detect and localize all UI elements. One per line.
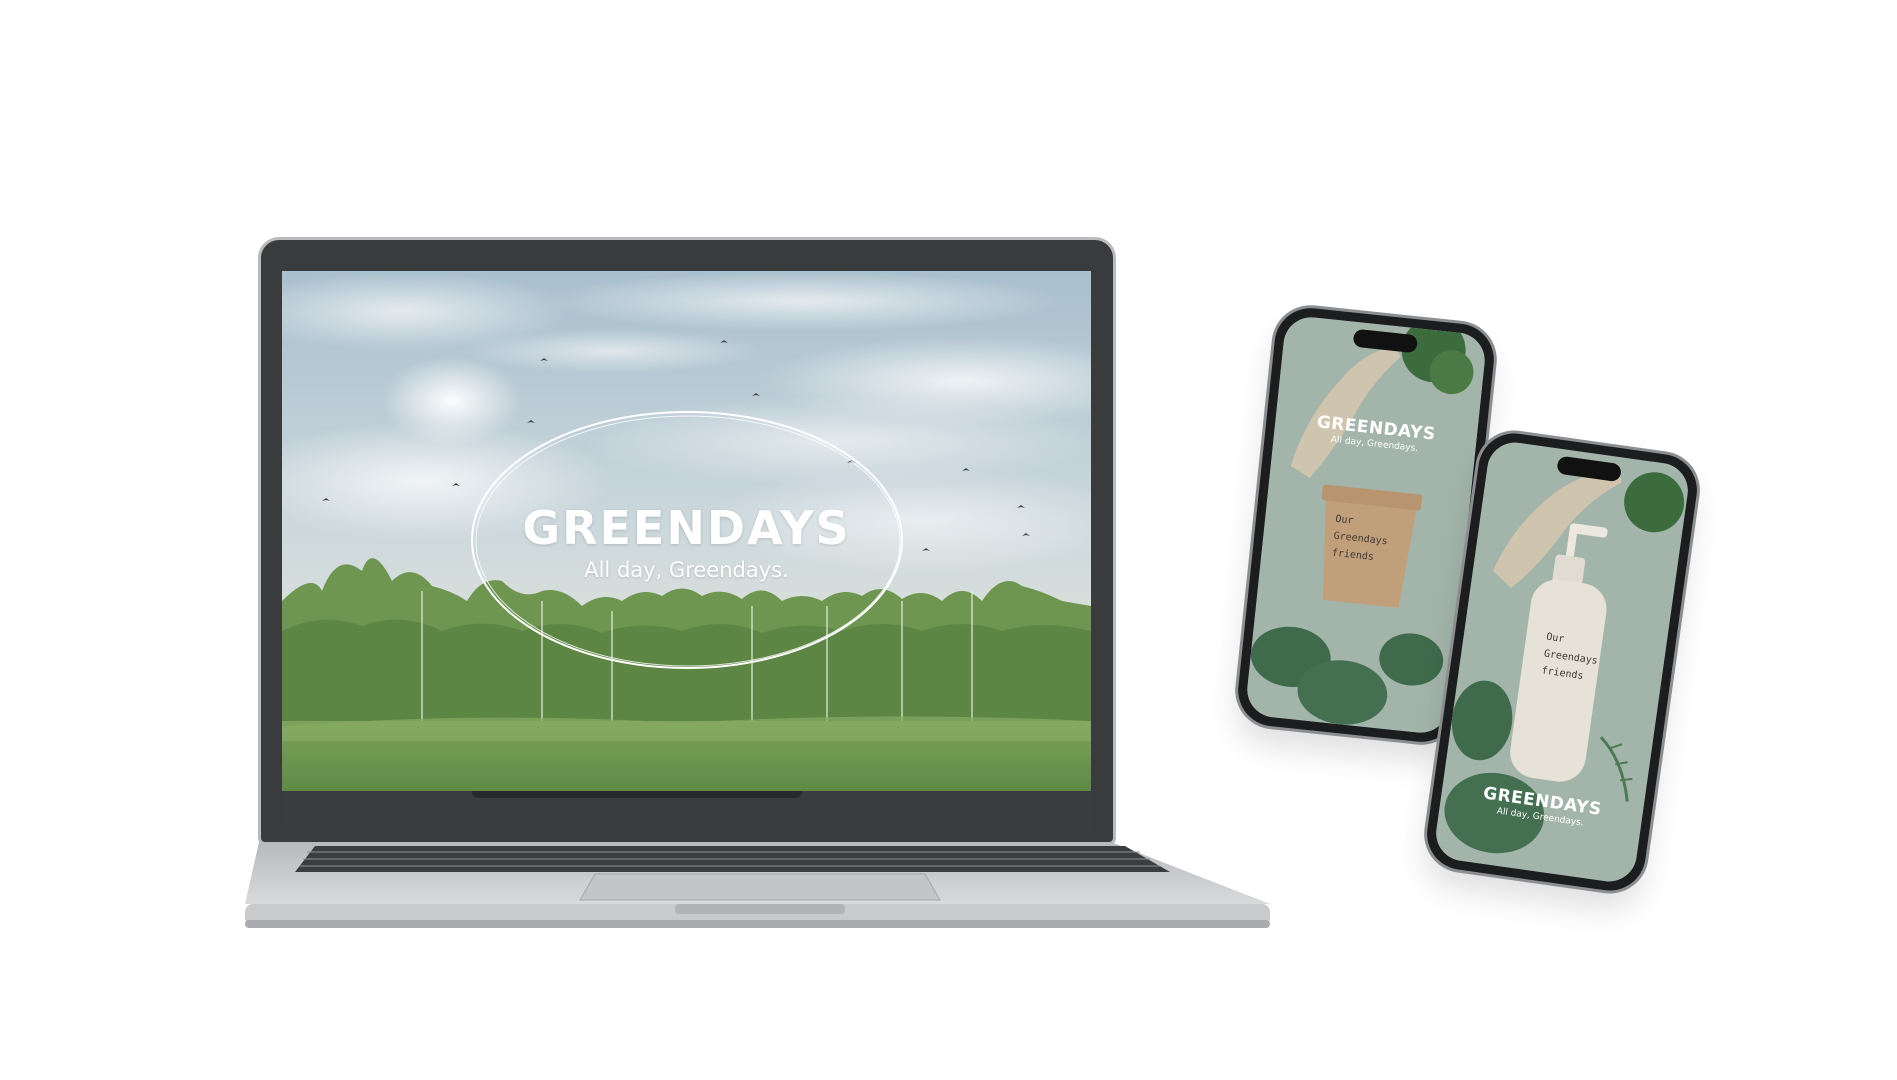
laptop-keyboard-base: [245, 842, 1270, 928]
bottle-label: Our Greendays friends: [1540, 629, 1601, 687]
laptop-mockup: GREENDAYS All day, Greendays.: [245, 240, 1270, 930]
laptop-lid: GREENDAYS All day, Greendays.: [261, 240, 1113, 842]
hero-overlay: GREENDAYS All day, Greendays.: [282, 271, 1091, 791]
laptop-hinge: [472, 791, 802, 798]
hero-subtitle: All day, Greendays.: [584, 558, 789, 582]
hero-title: GREENDAYS: [522, 501, 851, 555]
laptop-screen: GREENDAYS All day, Greendays.: [282, 271, 1091, 791]
jar-label: Our Greendays friends: [1331, 511, 1390, 567]
mockup-stage: GREENDAYS All day, Greendays. GREENDAYS …: [0, 0, 1897, 1080]
laptop-bezel-chin: [282, 791, 1091, 831]
